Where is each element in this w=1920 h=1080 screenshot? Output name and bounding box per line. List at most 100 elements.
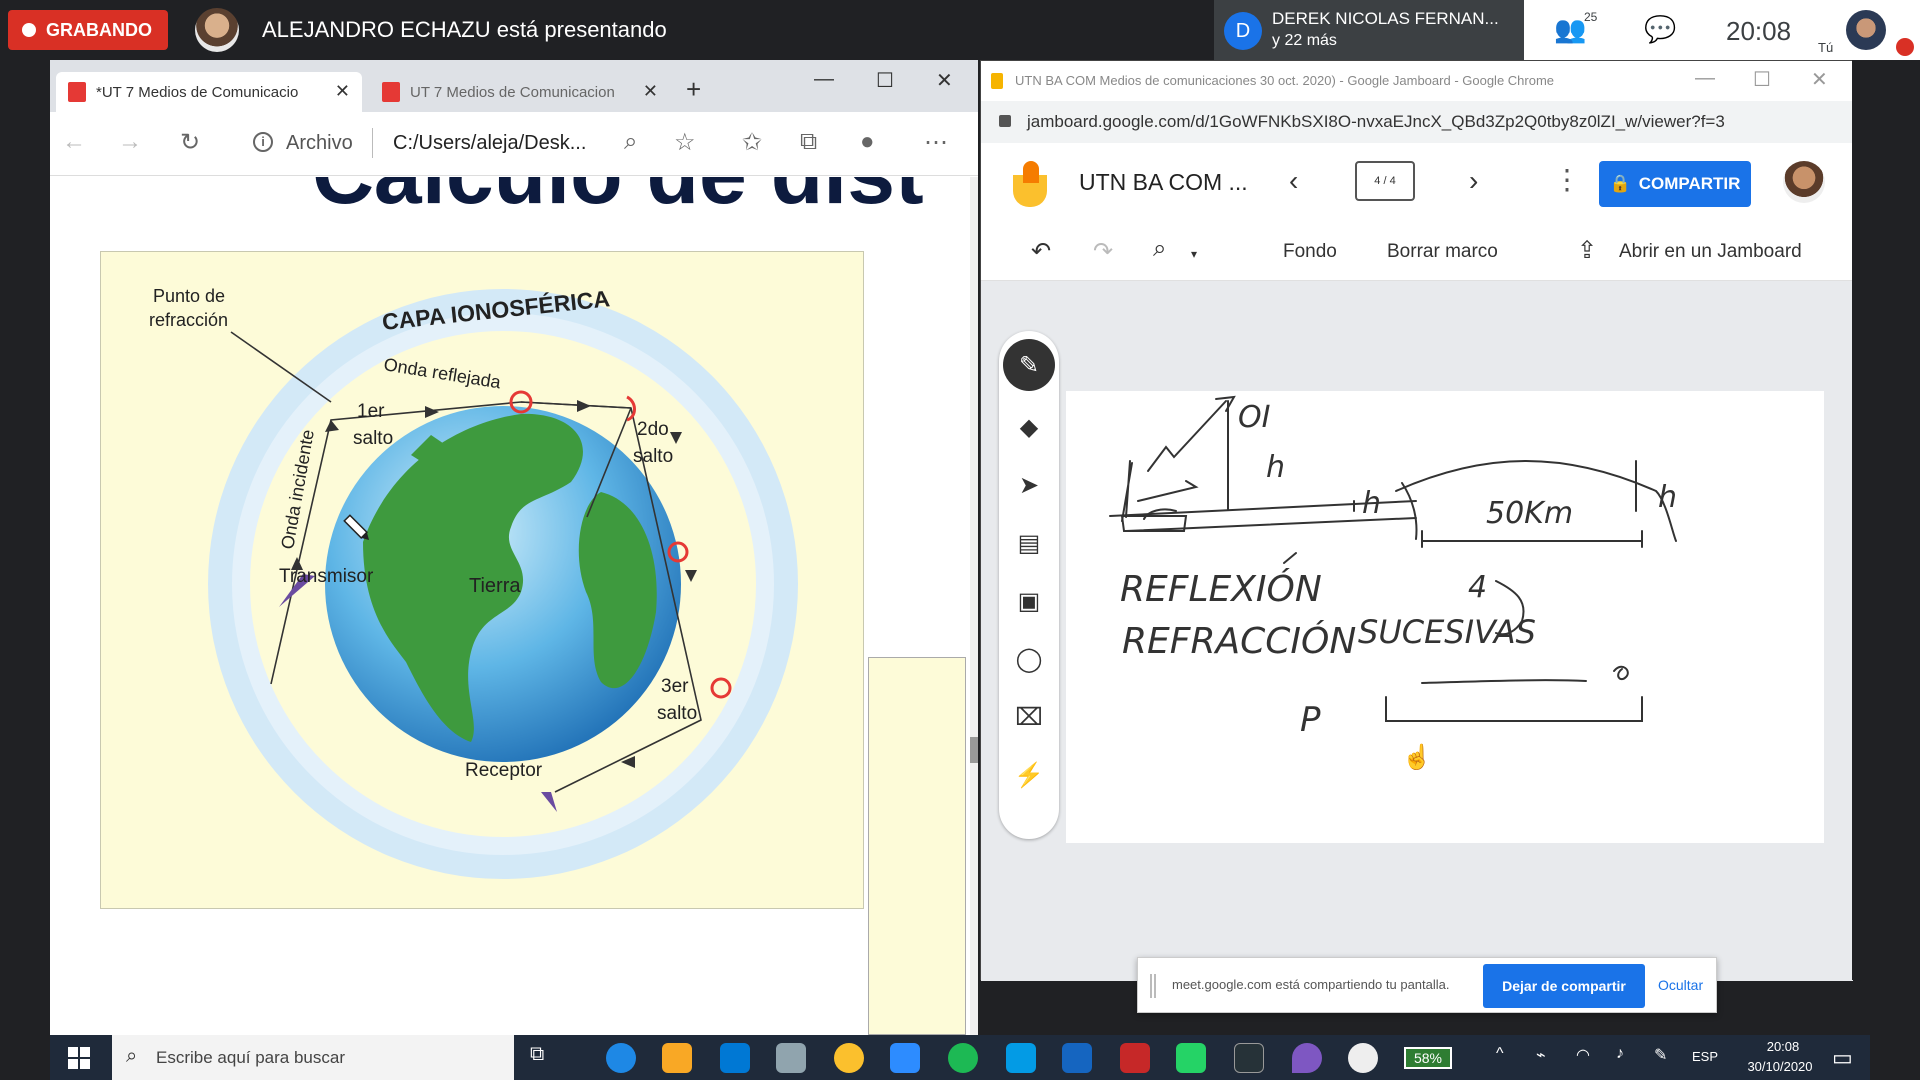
app-icon[interactable]: [1348, 1043, 1378, 1073]
redo-icon[interactable]: ↷: [1093, 237, 1113, 266]
language-indicator[interactable]: ESP: [1692, 1049, 1718, 1064]
chrome-icon[interactable]: [834, 1043, 864, 1073]
mail-icon[interactable]: [1062, 1043, 1092, 1073]
new-tab-button[interactable]: +: [686, 74, 701, 105]
tool-sidebar: ✎ ◆ ➤ ▤ ▣ ◯ ⌧ ⚡: [999, 331, 1059, 839]
circle-shape-icon[interactable]: ◯: [999, 645, 1059, 674]
filezilla-icon[interactable]: [1120, 1043, 1150, 1073]
meet-top-bar: GRABANDO ALEJANDRO ECHAZU está presentan…: [0, 0, 1920, 60]
open-external-icon[interactable]: ⇪: [1577, 236, 1597, 265]
network-icon[interactable]: ⌁: [1536, 1045, 1566, 1075]
close-window-icon[interactable]: ✕: [936, 68, 953, 93]
antenna-stroke: [1121, 460, 1133, 522]
zoom-dropdown-icon[interactable]: ▾: [1191, 247, 1197, 261]
maximize-icon[interactable]: ☐: [1753, 67, 1771, 92]
url-bar[interactable]: jamboard.google.com/d/1GoWFNKbSXI8O-nvxa…: [981, 101, 1853, 143]
taskbar-search[interactable]: ⌕ Escribe aquí para buscar: [112, 1035, 514, 1080]
select-arrow-icon[interactable]: ➤: [999, 471, 1059, 500]
people-icon[interactable]: 👥: [1554, 14, 1586, 45]
taskbar-date[interactable]: 30/10/2020: [1738, 1059, 1822, 1074]
document-title[interactable]: UTN BA COM ...: [1079, 169, 1248, 196]
archivo-label: Archivo: [286, 132, 353, 154]
share-button[interactable]: 🔒 COMPARTIR: [1599, 161, 1751, 207]
url-text[interactable]: jamboard.google.com/d/1GoWFNKbSXI8O-nvxa…: [1027, 112, 1725, 132]
user-avatar[interactable]: [1783, 161, 1825, 203]
laser-icon[interactable]: ⚡: [999, 761, 1059, 790]
wifi-icon[interactable]: ◠: [1576, 1045, 1606, 1075]
app-icon[interactable]: [776, 1043, 806, 1073]
favorite-star-icon[interactable]: ☆: [674, 128, 696, 157]
pdf-viewer: Cálculo de dist: [50, 177, 970, 1035]
drag-handle-icon[interactable]: [1150, 974, 1156, 998]
spotify-icon[interactable]: [948, 1043, 978, 1073]
participant-tile[interactable]: D DEREK NICOLAS FERNAN... y 22 más: [1214, 0, 1524, 60]
pdf-scrollbar[interactable]: [970, 177, 978, 1035]
back-icon[interactable]: ←: [62, 128, 86, 156]
pdf-icon: [382, 82, 400, 102]
chat-icon[interactable]: 💬: [1644, 14, 1676, 45]
taskbar-time[interactable]: 20:08: [1748, 1039, 1818, 1054]
pen-tool-icon[interactable]: ✎: [1003, 339, 1055, 391]
eraser-icon[interactable]: ◆: [999, 413, 1059, 442]
address-bar[interactable]: C:/Users/aleja/Desk...: [393, 132, 586, 155]
volume-icon[interactable]: ♪: [1616, 1045, 1646, 1075]
close-tab-icon[interactable]: ✕: [643, 81, 658, 102]
collections-icon[interactable]: ⧉: [800, 128, 817, 156]
clear-frame-button[interactable]: Borrar marco: [1387, 241, 1498, 263]
file-explorer-icon[interactable]: [662, 1043, 692, 1073]
more-icon[interactable]: ⋯: [924, 128, 948, 157]
forward-icon[interactable]: →: [118, 128, 142, 156]
minimize-icon[interactable]: —: [1695, 67, 1715, 90]
previous-frame-icon[interactable]: ‹: [1289, 165, 1298, 197]
close-window-icon[interactable]: ✕: [1811, 67, 1828, 92]
share-bar-text: meet.google.com está compartiendo tu pan…: [1172, 977, 1450, 992]
hide-button[interactable]: Ocultar: [1658, 977, 1703, 993]
zoom-icon[interactable]: ⌕: [1153, 235, 1166, 263]
text-box-icon[interactable]: ⌧: [999, 703, 1059, 732]
stop-sharing-button[interactable]: Dejar de compartir: [1483, 964, 1645, 1008]
app-l-icon[interactable]: [1006, 1043, 1036, 1073]
frame-counter[interactable]: 4 / 4: [1355, 161, 1415, 201]
tab-pdf[interactable]: UT 7 Medios de Comunicacion ✕: [370, 72, 670, 112]
first-hop-label-1: 1er: [357, 401, 385, 422]
background-button[interactable]: Fondo: [1283, 241, 1337, 263]
app-drop-icon[interactable]: [1292, 1043, 1322, 1073]
terminal-icon[interactable]: [1234, 1043, 1264, 1073]
task-view-icon[interactable]: ⧉: [530, 1043, 560, 1073]
pen-icon[interactable]: ✎: [1654, 1045, 1684, 1075]
handwriting-h3: h: [1658, 480, 1677, 515]
jamboard-frame[interactable]: OI h h h 50Km REFLEXIÓN REFRACCIÓN SUCES…: [1066, 391, 1824, 843]
refresh-icon[interactable]: ↻: [180, 128, 200, 157]
edge-app-icon[interactable]: [606, 1043, 636, 1073]
image-icon[interactable]: ▣: [999, 587, 1059, 616]
self-avatar[interactable]: [1846, 10, 1886, 50]
minimize-icon[interactable]: —: [814, 68, 834, 91]
battery-indicator[interactable]: 58%: [1404, 1047, 1452, 1069]
chevron-up-icon[interactable]: ^: [1496, 1045, 1526, 1075]
people-count: 25: [1584, 10, 1598, 24]
lock-icon: [999, 115, 1011, 127]
next-frame-icon[interactable]: ›: [1469, 165, 1478, 197]
outlook-icon[interactable]: [720, 1043, 750, 1073]
favorites-list-icon[interactable]: ✩: [742, 128, 762, 157]
undo-icon[interactable]: ↶: [1031, 237, 1051, 266]
open-in-jamboard-button[interactable]: Abrir en un Jamboard: [1619, 241, 1802, 263]
sticky-note-icon[interactable]: ▤: [999, 529, 1059, 558]
handwriting-refraccion: REFRACCIÓN: [1122, 620, 1356, 662]
divider: [372, 128, 373, 158]
more-options-icon[interactable]: ⋮: [1553, 163, 1581, 196]
profile-icon[interactable]: ●: [860, 128, 875, 156]
info-icon[interactable]: i: [253, 132, 273, 152]
zoom-app-icon[interactable]: [890, 1043, 920, 1073]
jamboard-header: UTN BA COM ... ‹ 4 / 4 › ⋮ 🔒 COMPARTIR: [981, 143, 1853, 223]
windows-start-icon[interactable]: [68, 1047, 90, 1069]
whatsapp-icon[interactable]: [1176, 1043, 1206, 1073]
zoom-icon[interactable]: ⌕: [624, 128, 637, 156]
close-tab-icon[interactable]: ✕: [335, 81, 350, 102]
maximize-icon[interactable]: ☐: [876, 68, 894, 93]
tab-pdf-active[interactable]: *UT 7 Medios de Comunicacio ✕: [56, 72, 362, 112]
notification-icon[interactable]: ▭: [1832, 1045, 1853, 1071]
scrollbar-thumb[interactable]: [970, 737, 978, 763]
handwriting-p: P: [1300, 700, 1321, 740]
pdf-icon: [68, 82, 86, 102]
